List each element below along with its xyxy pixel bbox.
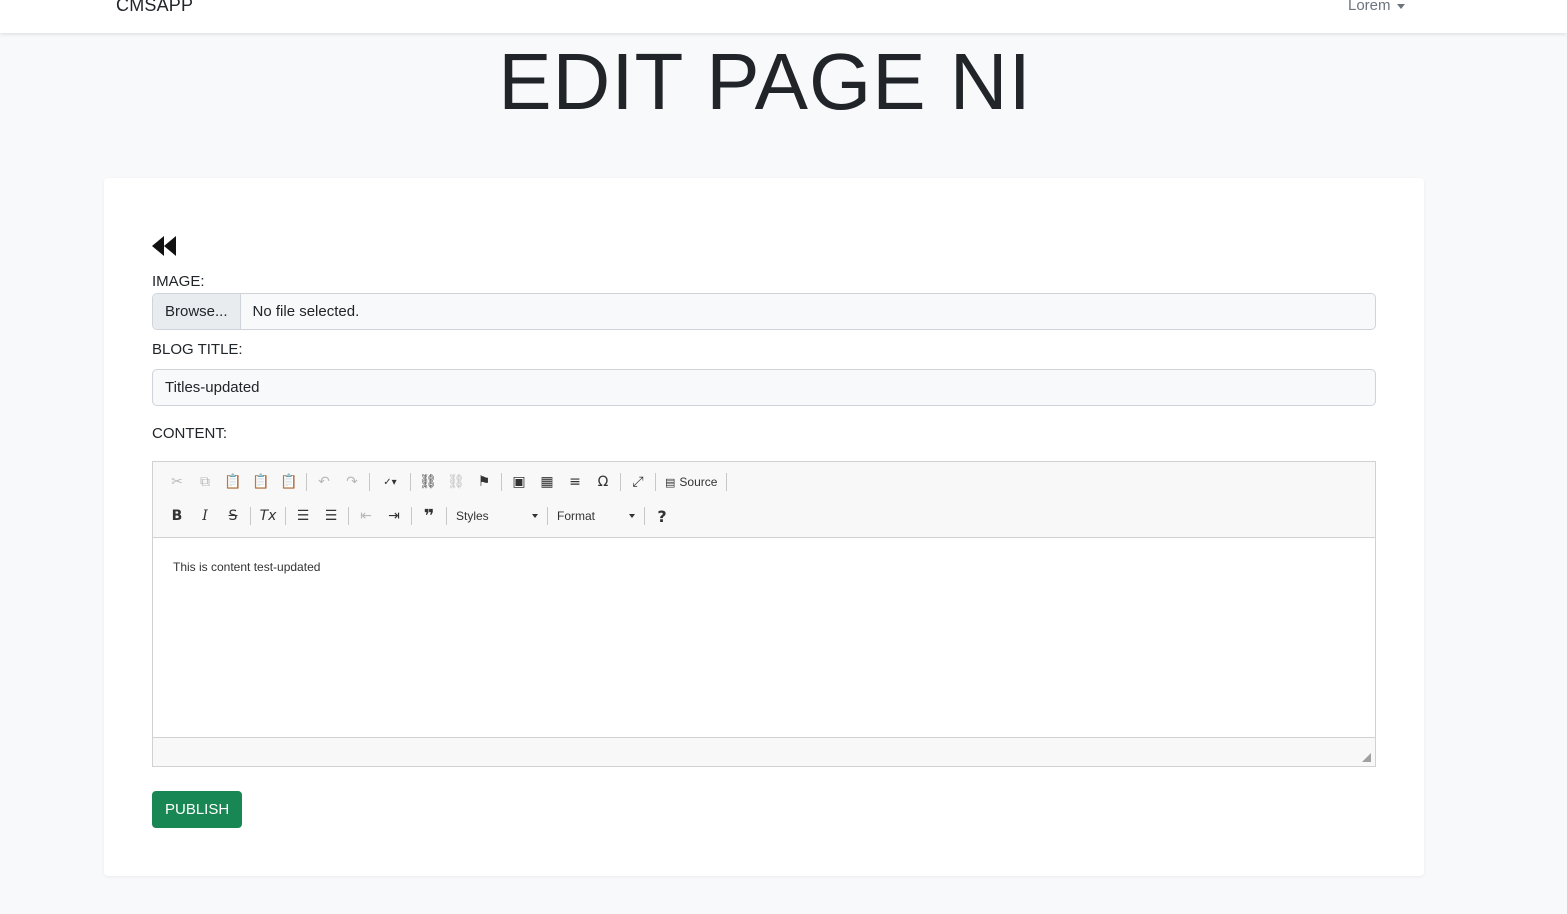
caret-down-icon — [1396, 4, 1405, 9]
source-label: Source — [679, 475, 718, 489]
paste-text-icon[interactable]: 📋 — [247, 470, 275, 494]
image-label: IMAGE: — [152, 273, 205, 290]
browse-button[interactable]: Browse... — [153, 294, 241, 329]
blog-title-input[interactable]: Titles-updated — [152, 369, 1376, 406]
toolbar-separator — [620, 473, 621, 491]
format-label: Format — [557, 509, 596, 523]
toolbar-separator — [410, 473, 411, 491]
top-navbar: CMSAPP Lorem — [0, 0, 1567, 33]
content-label: CONTENT: — [152, 425, 227, 442]
redo-icon[interactable]: ↷ — [338, 470, 366, 494]
rich-text-editor: ✂ ⧉ 📋 📋 📋 ↶ ↷ ✓▾ ⛓ ⛓ ⚑ ▣ ▦ ≡ Ω ⤢ ▤ Sourc… — [152, 461, 1376, 767]
bulleted-list-icon[interactable]: ☰ — [317, 504, 345, 528]
toolbar-separator — [369, 473, 370, 491]
anchor-flag-icon[interactable]: ⚑ — [470, 470, 498, 494]
brand-logo[interactable]: CMSAPP — [116, 0, 193, 16]
maximize-icon[interactable]: ⤢ — [624, 470, 652, 494]
styles-label: Styles — [456, 509, 489, 523]
page-title: EDIT PAGE NI — [498, 37, 1032, 126]
table-icon[interactable]: ▦ — [533, 470, 561, 494]
paste-word-icon[interactable]: 📋 — [275, 470, 303, 494]
italic-icon[interactable]: I — [191, 504, 219, 528]
editor-toolbar: ✂ ⧉ 📋 📋 📋 ↶ ↷ ✓▾ ⛓ ⛓ ⚑ ▣ ▦ ≡ Ω ⤢ ▤ Sourc… — [153, 462, 1375, 538]
unlink-icon[interactable]: ⛓ — [442, 470, 470, 494]
toolbar-separator — [285, 507, 286, 525]
strikethrough-icon[interactable]: S — [219, 504, 247, 528]
backward-icon[interactable] — [152, 236, 178, 256]
undo-icon[interactable]: ↶ — [310, 470, 338, 494]
toolbar-separator — [726, 473, 728, 491]
remove-format-icon[interactable]: Tx — [254, 504, 282, 528]
toolbar-separator — [446, 507, 447, 525]
editor-footer — [153, 737, 1375, 766]
blog-title-label: BLOG TITLE: — [152, 341, 243, 358]
toolbar-separator — [655, 473, 656, 491]
toolbar-separator — [644, 507, 645, 525]
user-name: Lorem — [1348, 0, 1391, 14]
bold-icon[interactable]: B — [163, 504, 191, 528]
toolbar-separator — [348, 507, 349, 525]
edit-form-card: IMAGE: Browse... No file selected. BLOG … — [104, 178, 1424, 876]
publish-button[interactable]: PUBLISH — [152, 791, 243, 828]
paste-icon[interactable]: 📋 — [219, 470, 247, 494]
chevron-down-icon — [629, 514, 635, 518]
outdent-icon[interactable]: ⇤ — [352, 504, 380, 528]
editor-content[interactable]: This is content test-updated — [153, 538, 1375, 738]
numbered-list-icon[interactable]: ☰ — [289, 504, 317, 528]
blockquote-icon[interactable]: ❞ — [415, 504, 443, 528]
toolbar-separator — [547, 507, 548, 525]
file-status: No file selected. — [252, 303, 360, 320]
styles-dropdown[interactable]: Styles — [450, 505, 544, 527]
toolbar-separator — [250, 507, 251, 525]
source-icon: ▤ — [665, 476, 676, 489]
user-dropdown[interactable]: Lorem — [1348, 0, 1405, 14]
cut-icon[interactable]: ✂ — [163, 470, 191, 494]
special-char-icon[interactable]: Ω — [589, 470, 617, 494]
resize-handle-icon[interactable] — [1362, 753, 1371, 762]
format-dropdown[interactable]: Format — [551, 505, 641, 527]
indent-icon[interactable]: ⇥ — [380, 504, 408, 528]
image-icon[interactable]: ▣ — [505, 470, 533, 494]
toolbar-separator — [306, 473, 307, 491]
toolbar-separator — [501, 473, 502, 491]
chevron-down-icon — [532, 514, 538, 518]
horizontal-line-icon[interactable]: ≡ — [561, 470, 589, 494]
help-icon[interactable]: ? — [648, 504, 676, 528]
image-file-input[interactable]: Browse... No file selected. — [152, 293, 1376, 330]
copy-icon[interactable]: ⧉ — [191, 470, 219, 494]
source-button[interactable]: ▤ Source — [659, 475, 723, 489]
spellcheck-icon[interactable]: ✓▾ — [373, 470, 407, 494]
toolbar-separator — [411, 507, 412, 525]
link-icon[interactable]: ⛓ — [414, 470, 442, 494]
